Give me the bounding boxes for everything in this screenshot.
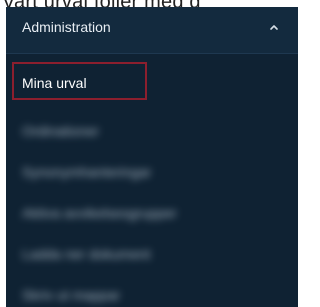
chevron-up-icon[interactable] [268, 21, 280, 33]
sidebar-item-label: Skriv ut mappar [22, 287, 121, 303]
sidebar-item-label: Ordinationer [22, 123, 100, 139]
sidebar-panel: Administration Mina urval Ordinationer S… [6, 7, 298, 307]
sidebar-item-2[interactable]: Ordinationer [6, 111, 298, 151]
administration-section-header[interactable]: Administration [6, 7, 298, 54]
sidebar-item-mina-urval[interactable]: Mina urval [6, 63, 298, 103]
sidebar-item-5[interactable]: Ladda ner dokument [6, 234, 298, 274]
sidebar-item-4[interactable]: Aktiva avvikelsesgrupper [6, 193, 298, 233]
sidebar-item-label: Ladda ner dokument [22, 246, 151, 262]
sidebar-item-3[interactable]: Synonymhanteringar [6, 152, 298, 192]
section-title: Administration [22, 19, 111, 35]
sidebar-item-label: Mina urval [22, 75, 87, 91]
sidebar-item-label: Synonymhanteringar [22, 164, 152, 180]
sidebar-item-label: Aktiva avvikelsesgrupper [22, 205, 177, 221]
sidebar-item-6[interactable]: Skriv ut mappar [6, 275, 298, 307]
screenshot-canvas: Vart urval följer med g Administration M… [0, 0, 298, 307]
